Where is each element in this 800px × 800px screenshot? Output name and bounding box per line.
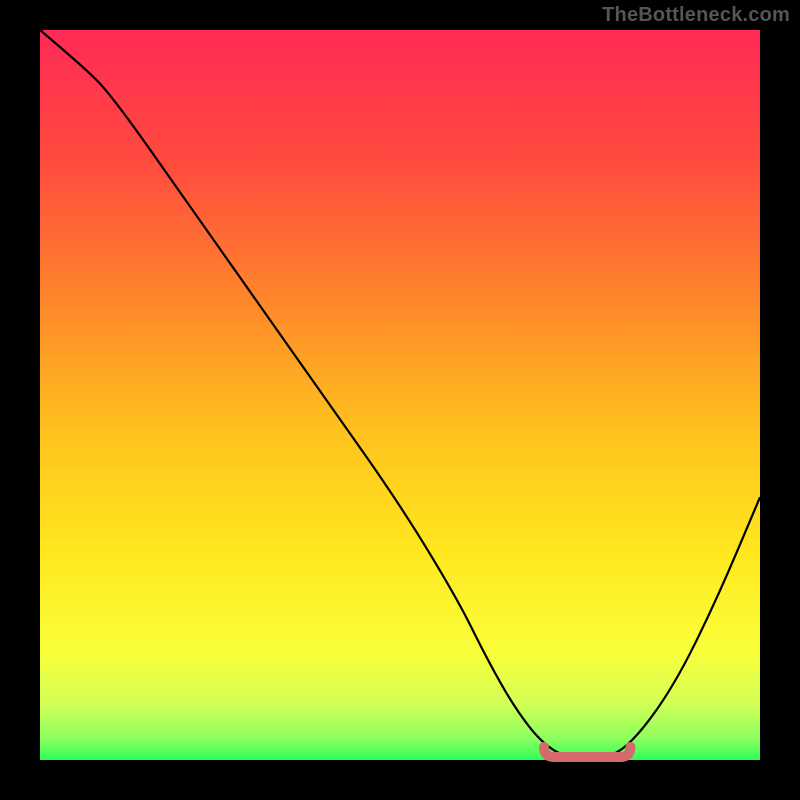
watermark-text: TheBottleneck.com — [602, 4, 790, 27]
plot-background — [40, 30, 760, 760]
bottleneck-chart — [0, 0, 800, 800]
